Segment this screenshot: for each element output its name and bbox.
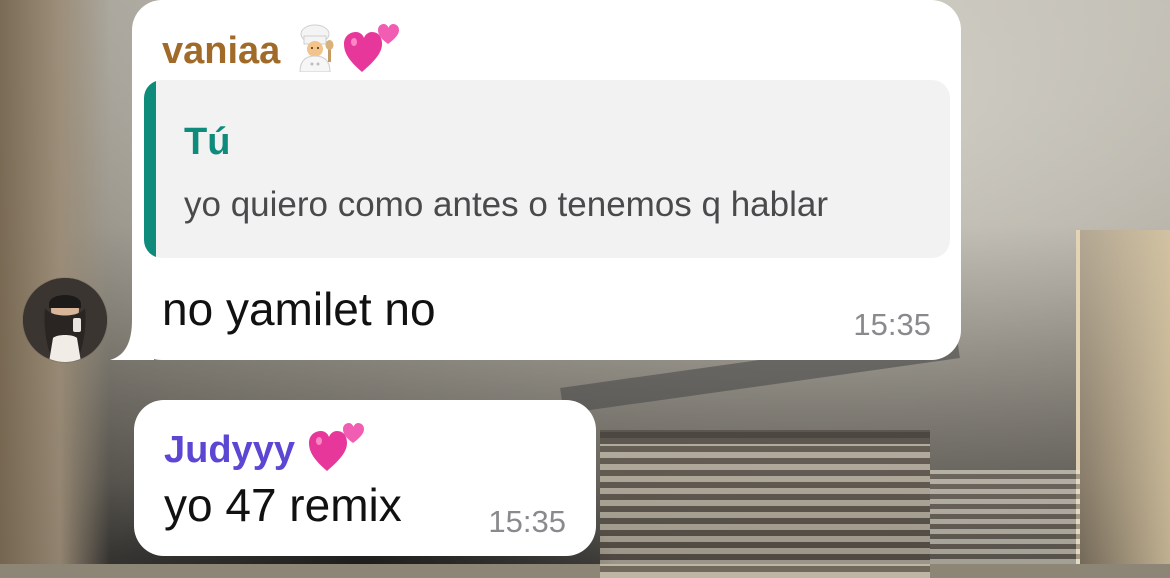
message-text: no yamilet no (162, 283, 436, 335)
message-time: 15:35 (853, 307, 931, 342)
message-text: yo 47 remix (164, 479, 402, 531)
quote-text: yo quiero como antes o tenemos q hablar (184, 185, 828, 224)
message-time: 15:35 (488, 504, 566, 539)
two-hearts-icon (344, 22, 400, 84)
sender-name[interactable]: Judyyy (164, 421, 365, 483)
quote-author: Tú (184, 121, 231, 163)
sender-name[interactable]: vaniaa (162, 22, 400, 84)
wallpaper-window-2 (930, 470, 1080, 564)
quote-accent-bar (144, 80, 156, 258)
two-hearts-icon (308, 421, 365, 483)
message-bubble[interactable]: vaniaa Tú yo quiero como antes o tenemos… (132, 0, 961, 360)
sender-name-text: Judyyy (164, 429, 295, 472)
cook-emoji-icon (292, 24, 338, 82)
sender-name-text: vaniaa (162, 30, 281, 73)
quoted-reply[interactable]: Tú yo quiero como antes o tenemos q habl… (144, 80, 950, 258)
sender-avatar[interactable] (23, 278, 107, 362)
wallpaper-wall-panel (1076, 230, 1170, 564)
message-bubble[interactable]: Judyyy yo 47 remix 15:35 (134, 400, 596, 556)
wallpaper-window (600, 430, 930, 578)
